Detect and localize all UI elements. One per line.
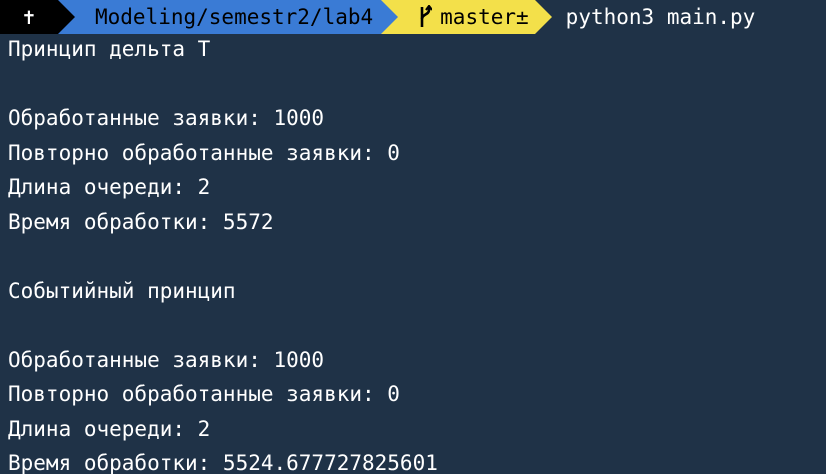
output-line: Событийный принцип	[8, 278, 236, 303]
root-symbol: ✝	[22, 4, 36, 29]
prompt-git-segment: master±	[398, 0, 535, 34]
git-branch-icon	[420, 5, 433, 27]
output-line: Время обработки: 5524.677727825601	[8, 451, 438, 474]
output-line: Принцип дельта T	[8, 37, 211, 61]
output-line: Время обработки: 5572	[8, 209, 274, 234]
segment-separator-arrow	[381, 0, 399, 34]
prompt-root-segment: ✝	[0, 0, 58, 34]
shell-prompt: ✝ Modeling/semestr2/lab4 master± python3…	[0, 0, 826, 34]
output-line: Длина очереди: 2	[8, 175, 211, 199]
segment-separator-arrow	[534, 0, 552, 34]
command-output: Принцип дельта T Обработанные заявки: 10…	[8, 32, 826, 474]
output-line: Обработанные заявки: 1000	[8, 347, 325, 372]
segment-separator-arrow	[58, 0, 75, 34]
git-branch-name: master±	[440, 4, 529, 29]
prompt-directory-segment: Modeling/semestr2/lab4	[75, 0, 382, 34]
output-line: Обработанные заявки: 1000	[8, 106, 325, 130]
output-line: Повторно обработанные заявки: 0	[8, 140, 400, 165]
output-line: Длина очереди: 2	[8, 416, 211, 441]
typed-command: python3 main.py	[565, 4, 756, 29]
terminal-window[interactable]: ✝ Modeling/semestr2/lab4 master± python3…	[0, 0, 826, 474]
current-directory: Modeling/semestr2/lab4	[95, 4, 374, 29]
output-line: Повторно обработанные заявки: 0	[8, 382, 400, 406]
